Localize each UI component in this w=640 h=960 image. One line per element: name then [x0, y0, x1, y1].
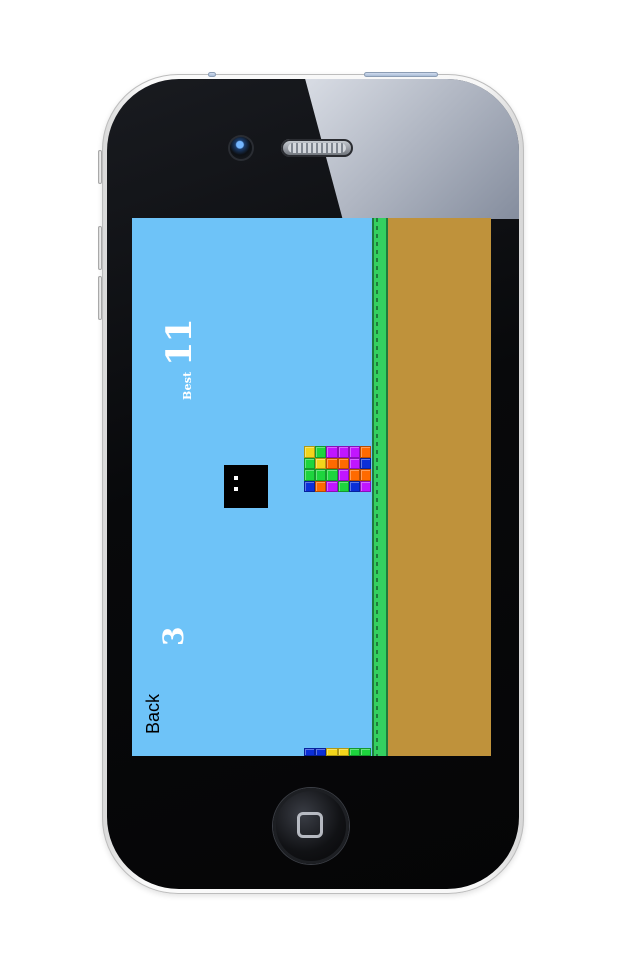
block-stack-main [304, 446, 371, 492]
block-tile [315, 457, 327, 469]
block-tile [337, 457, 349, 469]
back-button-label: Back [143, 693, 163, 734]
block-tile [304, 457, 316, 469]
best-score-label: Best [181, 371, 194, 400]
home-button-icon [273, 788, 349, 864]
power-button [364, 72, 438, 77]
block-stack-bottom [304, 748, 371, 756]
block-tile [359, 446, 371, 458]
block-tile [337, 480, 349, 492]
block-tile [315, 446, 327, 458]
volume-up-button [98, 226, 102, 270]
block-tile [359, 748, 371, 756]
home-square-icon [297, 812, 323, 838]
block-tile [315, 748, 327, 756]
block-tile [315, 480, 327, 492]
block-tile [348, 457, 360, 469]
dirt-ground [388, 218, 491, 756]
block-tile [326, 457, 338, 469]
block-tile [348, 748, 360, 756]
mute-switch [98, 150, 102, 184]
game-screen[interactable]: 11 Best 3 Back [132, 218, 491, 756]
block-tile [315, 469, 327, 481]
back-button[interactable]: Back [136, 688, 166, 738]
block-tile [359, 480, 371, 492]
block-tile [359, 469, 371, 481]
app-screenshot: 11 Best 3 Back [0, 0, 640, 960]
block-tile [348, 469, 360, 481]
block-tile [304, 748, 316, 756]
grass-strip [372, 218, 388, 756]
player-eye-icon [234, 487, 238, 491]
speaker-icon [281, 139, 353, 157]
block-tile [326, 480, 338, 492]
block-tile [348, 480, 360, 492]
block-tile [337, 469, 349, 481]
block-tile [304, 469, 316, 481]
block-tile [304, 480, 316, 492]
player-eye-icon [234, 476, 238, 480]
block-tile [337, 748, 349, 756]
block-tile [337, 446, 349, 458]
current-score-value: 3 [157, 626, 190, 646]
block-tile [326, 446, 338, 458]
player-block [224, 465, 268, 508]
block-tile [348, 446, 360, 458]
volume-down-button [98, 276, 102, 320]
block-tile [326, 469, 338, 481]
top-edge-detail [208, 72, 216, 77]
block-tile [359, 457, 371, 469]
block-tile [304, 446, 316, 458]
best-score-value: 11 [159, 319, 200, 366]
camera-icon [230, 137, 252, 159]
block-tile [326, 748, 338, 756]
